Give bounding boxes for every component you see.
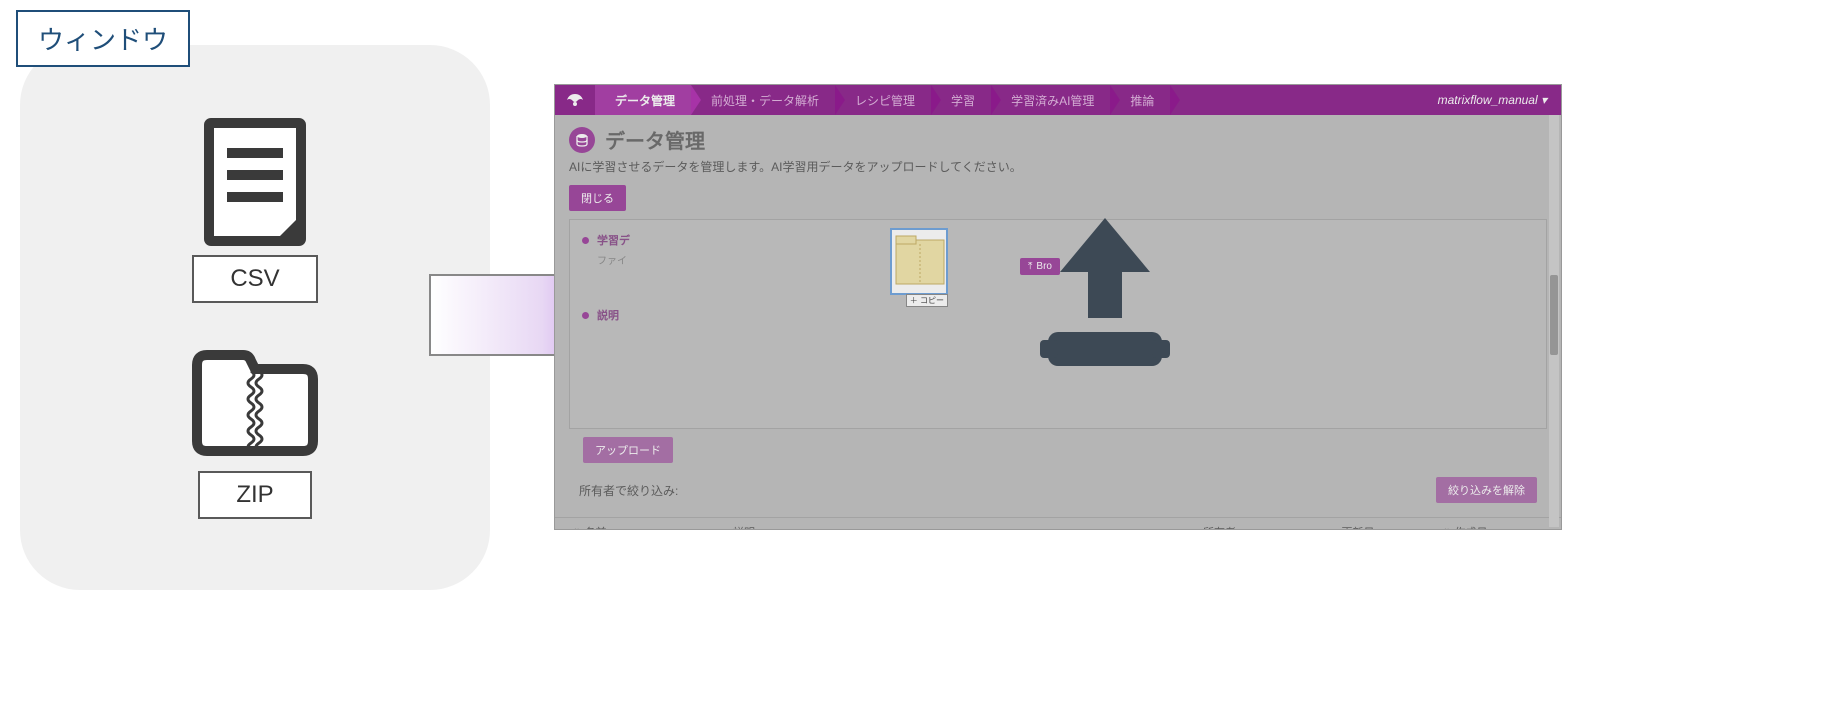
col-updated[interactable]: ↑更新日 xyxy=(1333,524,1443,530)
clear-filter-button[interactable]: 絞り込みを解除 xyxy=(1436,477,1537,503)
document-icon xyxy=(195,117,315,247)
col-owner[interactable]: 所有者 xyxy=(1203,524,1333,530)
page-title: データ管理 xyxy=(605,125,705,154)
app-screenshot: データ管理 前処理・データ解析 レシピ管理 学習 学習済みAI管理 推論 mat… xyxy=(554,84,1562,530)
upload-form: 学習デ ファイ 説明 ⤒ Bro xyxy=(569,219,1547,429)
col-name[interactable]: ⇅名前 xyxy=(573,524,733,530)
sort-icon: ⇅ xyxy=(1443,527,1451,531)
database-icon xyxy=(569,127,595,153)
zip-label: ZIP xyxy=(198,471,311,519)
csv-label: CSV xyxy=(192,255,317,303)
col-created[interactable]: ⇅作成日 xyxy=(1443,524,1543,530)
page-subtitle: AIに学習させるデータを管理します。AI学習用データをアップロードしてください。 xyxy=(555,158,1561,185)
bullet-icon xyxy=(582,237,589,244)
app-logo-icon[interactable] xyxy=(555,85,595,115)
nav-trained-ai[interactable]: 学習済みAI管理 xyxy=(991,85,1110,115)
window-label: ウィンドウ xyxy=(16,10,190,67)
table-header: ⇅名前 説明 所有者 ↑更新日 ⇅作成日 xyxy=(555,517,1561,530)
user-menu[interactable]: matrixflow_manual ▾ xyxy=(1438,93,1561,107)
sort-icon: ⇅ xyxy=(573,527,581,531)
nav-preprocessing[interactable]: 前処理・データ解析 xyxy=(691,85,835,115)
sort-icon: ↑ xyxy=(1333,527,1338,530)
close-button[interactable]: 閉じる xyxy=(569,185,626,211)
dragged-folder[interactable]: ＋ コピー xyxy=(890,228,948,295)
zip-folder-icon xyxy=(185,343,325,463)
nav-recipe[interactable]: レシピ管理 xyxy=(835,85,931,115)
filter-label: 所有者で絞り込み: xyxy=(579,482,678,499)
copy-tag: ＋ コピー xyxy=(906,294,948,307)
page-header: データ管理 xyxy=(555,115,1561,158)
csv-file-type: CSV xyxy=(192,117,317,303)
bullet-icon xyxy=(582,312,589,319)
chevron-down-icon: ▾ xyxy=(1538,93,1547,107)
nav-data-management[interactable]: データ管理 xyxy=(595,85,691,115)
filter-row: 所有者で絞り込み: 絞り込みを解除 xyxy=(555,463,1561,517)
top-nav: データ管理 前処理・データ解析 レシピ管理 学習 学習済みAI管理 推論 mat… xyxy=(555,85,1561,115)
zip-file-type: ZIP xyxy=(185,343,325,519)
scrollbar[interactable] xyxy=(1549,115,1559,527)
upload-button[interactable]: アップロード xyxy=(583,437,673,463)
col-description: 説明 xyxy=(733,524,1203,530)
scroll-handle[interactable] xyxy=(1550,275,1558,355)
upload-icon xyxy=(1010,200,1200,395)
